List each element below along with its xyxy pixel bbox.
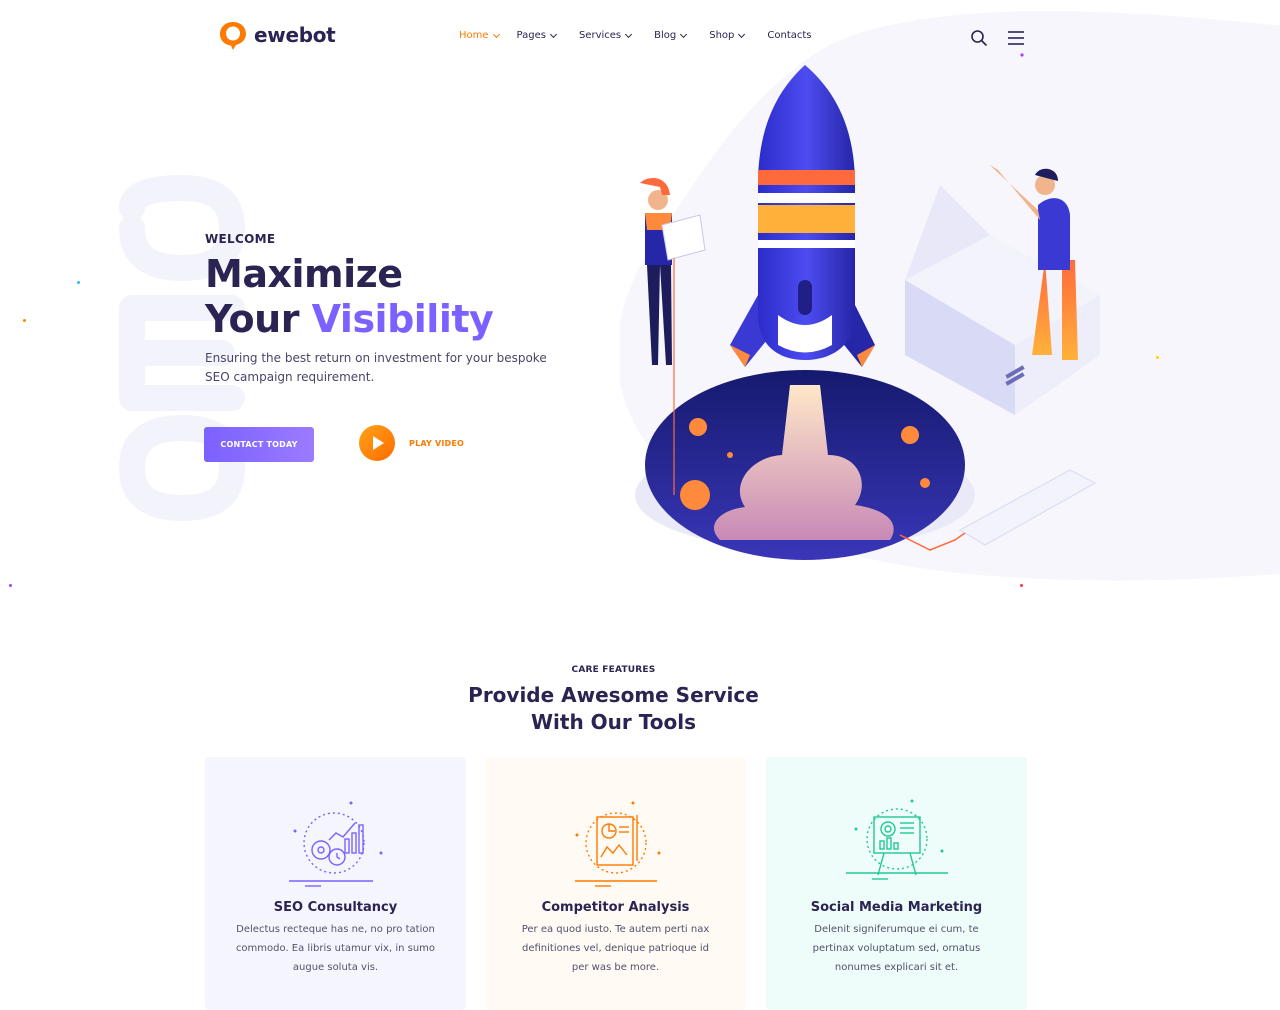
logo[interactable]: ewebot [218,20,336,50]
play-video-button[interactable]: PLAY VIDEO [359,425,464,461]
nav-item-blog[interactable]: Blog [654,30,688,41]
decor-dot [77,281,80,284]
nav-item-contacts[interactable]: Contacts [767,30,811,41]
chevron-down-icon [549,30,557,38]
logo-chat-bubble-icon [220,22,246,50]
seo-chart-gears-icon [288,801,382,887]
feature-card-seo-consultancy[interactable]: SEO Consultancy Delectus recteque has ne… [205,757,466,1010]
decor-dot [23,319,26,322]
chevron-down-icon [492,30,500,38]
play-icon[interactable] [359,425,395,461]
nav-item-home[interactable]: Home [459,30,500,41]
nav-item-label: Contacts [767,30,812,41]
hero-title: Maximize Your Visibility [205,252,494,342]
decor-dot [1020,584,1023,587]
main-nav: Home Pages Services Blog Shop Contacts [459,30,812,41]
feature-card-description: Delenit signiferumque ei cum, te pertina… [812,924,981,973]
nav-item-label: Shop [709,30,735,41]
decor-dot [1156,356,1159,359]
rocket-launch-illustration [635,65,1100,560]
features-kicker: CARE FEATURES [571,665,656,675]
feature-card-title: Social Media Marketing [810,900,983,915]
report-analysis-icon [574,801,660,887]
nav-item-label: Blog [654,30,677,41]
play-video-label: PLAY VIDEO [409,438,465,448]
search-icon[interactable] [970,29,988,47]
nav-item-label: Home [459,30,489,41]
nav-item-label: Services [578,30,622,41]
hero-description: Ensuring the best return on investment f… [205,351,547,384]
hero-title-line1: Maximize [205,252,403,296]
features-title-line1: Provide Awesome Service [468,683,759,707]
contact-today-button[interactable]: CONTACT TODAY [204,427,314,462]
chevron-down-icon [680,30,688,38]
nav-item-label: Pages [516,30,546,41]
nav-item-shop[interactable]: Shop [709,30,746,41]
hero-title-accent: Visibility [311,297,494,341]
chevron-down-icon [625,30,633,38]
feature-card-description: Delectus recteque has ne, no pro tation … [235,924,436,973]
feature-card-social-media-marketing[interactable]: Social Media Marketing Delenit signiferu… [766,757,1027,1010]
presentation-board-icon [845,799,948,880]
feature-card-title: SEO Consultancy [273,900,398,915]
logo-text: ewebot [254,23,336,47]
feature-card-title: Competitor Analysis [541,900,690,915]
hero-title-line2: Your Visibility [205,297,494,342]
nav-item-pages[interactable]: Pages [516,30,557,41]
hero-kicker: WELCOME [205,232,276,246]
chevron-down-icon [738,30,746,38]
decor-dot [9,584,12,587]
features-title: Provide Awesome Service With Our Tools [0,682,1227,736]
nav-item-services[interactable]: Services [578,30,633,41]
hero-title-line2-start: Your [205,297,312,341]
feature-card-competitor-analysis[interactable]: Competitor Analysis Per ea quod iusto. T… [485,757,746,1010]
features-title-line2: With Our Tools [531,710,696,734]
feature-card-description: Per ea quod iusto. Te autem perti nax de… [521,924,710,973]
